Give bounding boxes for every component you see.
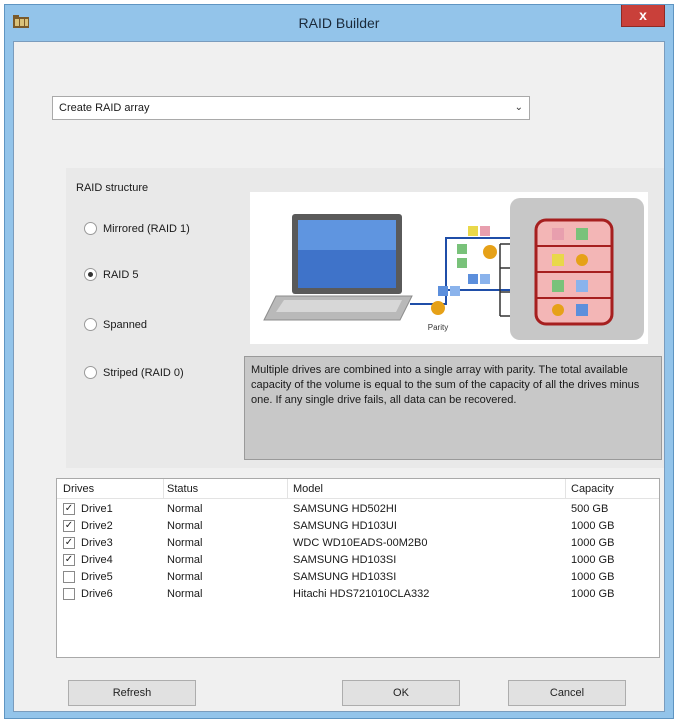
close-button[interactable]: x [621,5,665,27]
drive-checkbox[interactable] [63,588,75,600]
drive-status: Normal [167,537,203,549]
data-blocks: Parity [428,226,497,332]
ok-button[interactable]: OK [342,680,460,706]
drive-status: Normal [167,520,203,532]
table-row[interactable]: Drive6 Normal Hitachi HDS721010CLA332 10… [57,586,659,603]
raid-description: Multiple drives are combined into a sing… [244,356,662,460]
drive-model: Hitachi HDS721010CLA332 [293,588,430,600]
drive-checkbox[interactable]: ✓ [63,520,75,532]
radio-striped[interactable]: Striped (RAID 0) [84,366,184,379]
drive-name: Drive1 [81,503,113,515]
window-title: RAID Builder [298,15,380,31]
col-drives[interactable]: Drives [63,483,94,495]
cancel-button[interactable]: Cancel [508,680,626,706]
drives-table[interactable]: Drives Status Model Capacity ✓ Drive1 No… [56,478,660,658]
col-divider[interactable] [565,479,566,499]
dialog-body: Create RAID array ⌄ RAID structure Mirro… [13,41,665,712]
radio-spanned-label: Spanned [103,318,148,331]
drive-checkbox[interactable] [63,571,75,583]
drive-status: Normal [167,588,203,600]
raid-diagram: Parity [250,192,648,344]
drive-name: Drive5 [81,571,113,583]
chevron-down-icon[interactable]: ⌄ [515,102,523,113]
drive-name: Drive6 [81,588,113,600]
radio-spanned[interactable]: Spanned [84,318,147,331]
action-select[interactable]: Create RAID array ⌄ [52,96,530,120]
laptop-icon [263,214,413,321]
radio-raid5[interactable]: RAID 5 [84,268,138,281]
drive-checkbox[interactable]: ✓ [63,554,75,566]
radio-spanned-button[interactable] [84,318,97,331]
drive-capacity: 1000 GB [571,537,615,549]
drive-model: SAMSUNG HD103SI [293,554,397,566]
radio-striped-label: Striped (RAID 0) [103,366,184,379]
radio-mirrored[interactable]: Mirrored (RAID 1) [84,222,190,235]
drive-capacity: 1000 GB [571,571,615,583]
drive-name: Drive3 [81,537,113,549]
radio-mirrored-label: Mirrored (RAID 1) [103,222,190,235]
drive-checkbox[interactable]: ✓ [63,503,75,515]
col-model[interactable]: Model [293,483,323,495]
drive-status: Normal [167,554,203,566]
drives-table-header: Drives Status Model Capacity [57,479,659,499]
radio-raid5-label: RAID 5 [103,268,139,281]
raid-structure-label: RAID structure [76,182,149,194]
action-select-value: Create RAID array [59,102,150,114]
raid-builder-window: RAID Builder x Create RAID array ⌄ RAID … [4,4,674,719]
drive-model: SAMSUNG HD502HI [293,503,397,515]
radio-mirrored-button[interactable] [84,222,97,235]
parity-label: Parity [428,323,448,332]
drive-name: Drive4 [81,554,113,566]
title-bar[interactable]: RAID Builder x [5,5,673,41]
drive-model: SAMSUNG HD103SI [293,571,397,583]
drive-capacity: 1000 GB [571,588,615,600]
drive-status: Normal [167,503,203,515]
radio-raid5-button[interactable] [84,268,97,281]
table-row[interactable]: ✓ Drive2 Normal SAMSUNG HD103UI 1000 GB [57,518,659,535]
drive-model: SAMSUNG HD103UI [293,520,397,532]
disk-array-icon [510,198,644,340]
col-capacity[interactable]: Capacity [571,483,614,495]
table-row[interactable]: ✓ Drive1 Normal SAMSUNG HD502HI 500 GB [57,501,659,518]
drive-capacity: 500 GB [571,503,609,515]
drive-checkbox[interactable]: ✓ [63,537,75,549]
col-divider[interactable] [163,479,164,499]
drive-status: Normal [167,571,203,583]
radio-striped-button[interactable] [84,366,97,379]
col-divider[interactable] [287,479,288,499]
table-row[interactable]: ✓ Drive4 Normal SAMSUNG HD103SI 1000 GB [57,552,659,569]
refresh-button[interactable]: Refresh [68,680,196,706]
table-row[interactable]: Drive5 Normal SAMSUNG HD103SI 1000 GB [57,569,659,586]
drive-model: WDC WD10EADS-00M2B0 [293,537,428,549]
drive-capacity: 1000 GB [571,554,615,566]
drive-name: Drive2 [81,520,113,532]
table-row[interactable]: ✓ Drive3 Normal WDC WD10EADS-00M2B0 1000… [57,535,659,552]
col-status[interactable]: Status [167,483,198,495]
drive-capacity: 1000 GB [571,520,615,532]
